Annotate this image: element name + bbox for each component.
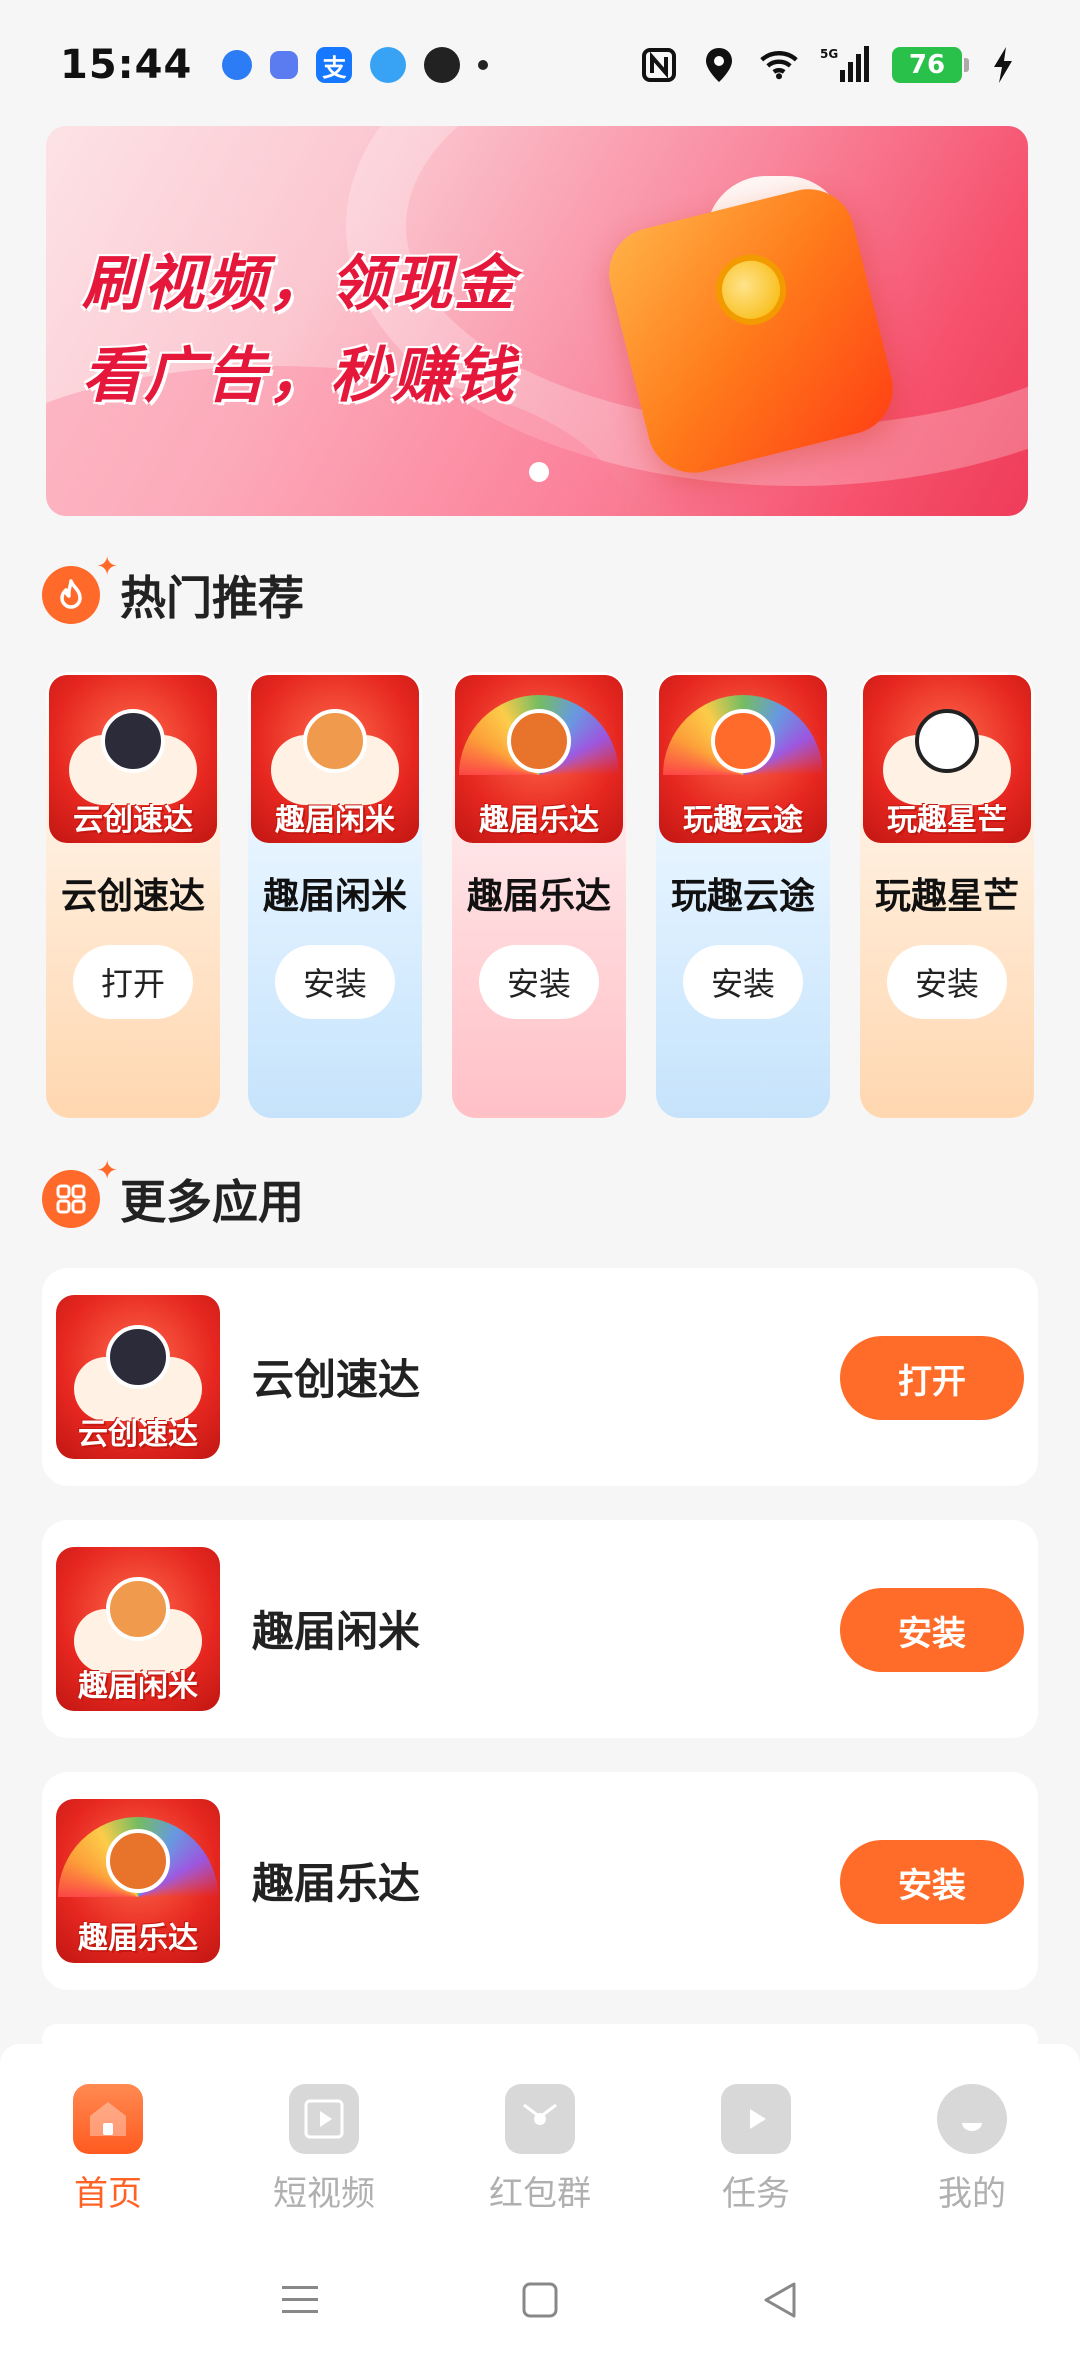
- app-list-item[interactable]: 云创速达 云创速达 打开: [42, 1268, 1038, 1486]
- tab-label: 任务: [722, 2174, 790, 2214]
- tab-label: 短视频: [273, 2174, 375, 2214]
- carousel-indicator: [529, 462, 549, 482]
- home-square-icon[interactable]: [510, 2270, 570, 2330]
- app-icon: 趣届闲米: [56, 1547, 220, 1711]
- open-button[interactable]: 打开: [840, 1336, 1024, 1420]
- hot-app-card[interactable]: 云创速达 云创速达 打开: [46, 672, 220, 1118]
- banner-headline-2: 看广告，秒赚钱: [82, 341, 516, 411]
- app-icon: 云创速达: [56, 1295, 220, 1459]
- install-button[interactable]: 安装: [840, 1840, 1024, 1924]
- play-icon: [721, 2084, 791, 2154]
- tab-red-packet-group[interactable]: 红包群: [460, 2084, 620, 2215]
- open-button[interactable]: 打开: [73, 945, 193, 1019]
- app-name: 趣届乐达: [252, 1859, 421, 1908]
- hot-app-card[interactable]: 玩趣云途 玩趣云途 安装: [656, 672, 830, 1118]
- svg-text:5G: 5G: [820, 47, 838, 61]
- charging-icon: [984, 46, 1022, 84]
- tab-label: 首页: [74, 2174, 142, 2214]
- more-notifications-icon: [478, 60, 489, 70]
- app-icon: 趣届乐达: [56, 1799, 220, 1963]
- tab-label: 我的: [938, 2174, 1006, 2214]
- app-name: 趣届闲米: [262, 876, 407, 917]
- hot-apps-row: 云创速达 云创速达 打开 趣届闲米 趣届闲米 安装 趣届乐达 趣届乐达 安装 玩…: [46, 672, 1046, 1120]
- banner-headline-1: 刷视频，领现金: [82, 249, 516, 319]
- more-section-header: ✦ 更多应用: [42, 1156, 304, 1232]
- red-packet-icon: [505, 2084, 575, 2154]
- signal-icon: 5G: [820, 46, 870, 84]
- app-icon: 趣届乐达: [455, 675, 623, 843]
- status-time: 15:44: [60, 42, 193, 88]
- message-notification-icon: [270, 51, 299, 79]
- bottom-navigation: 首页 短视频 红包群 任务 我的: [0, 2044, 1080, 2238]
- profile-icon: [937, 2084, 1007, 2154]
- more-section-title: 更多应用: [120, 1175, 304, 1229]
- nfc-icon: [640, 46, 678, 84]
- status-left: 15:44 支: [60, 42, 489, 88]
- coin-icon: [708, 247, 794, 333]
- apps-grid-icon: ✦: [42, 1156, 118, 1228]
- tab-tasks[interactable]: 任务: [676, 2084, 836, 2215]
- app-list-item[interactable]: 趣届乐达 趣届乐达 安装: [42, 1772, 1038, 1990]
- wifi-icon: [760, 46, 798, 84]
- install-button[interactable]: 安装: [479, 945, 599, 1019]
- tab-short-video[interactable]: 短视频: [244, 2084, 404, 2215]
- home-icon: [73, 2084, 143, 2154]
- hot-section-title: 热门推荐: [120, 571, 304, 625]
- install-button[interactable]: 安装: [887, 945, 1007, 1019]
- tab-profile[interactable]: 我的: [892, 2084, 1052, 2215]
- video-icon: [289, 2084, 359, 2154]
- install-button[interactable]: 安装: [275, 945, 395, 1019]
- tab-label: 红包群: [489, 2174, 591, 2214]
- back-icon[interactable]: [750, 2270, 810, 2330]
- app-list-item[interactable]: 趣届闲米 趣届闲米 安装: [42, 1520, 1038, 1738]
- browser-notification-icon: [222, 50, 253, 80]
- fire-icon: ✦: [42, 552, 118, 624]
- app-name: 趣届闲米: [252, 1607, 421, 1656]
- app-name: 玩趣星芒: [874, 876, 1019, 917]
- app-name: 玩趣云途: [670, 876, 815, 917]
- banner-text: 刷视频，领现金 看广告，秒赚钱: [82, 238, 516, 422]
- install-button[interactable]: 安装: [840, 1588, 1024, 1672]
- hot-app-card[interactable]: 玩趣星芒 玩趣星芒 安装: [860, 672, 1034, 1118]
- qq-notification-icon: [424, 47, 461, 83]
- system-navigation-bar: [0, 2238, 1080, 2362]
- hot-app-card[interactable]: 趣届乐达 趣届乐达 安装: [452, 672, 626, 1118]
- hot-section-header: ✦ 热门推荐: [42, 552, 304, 628]
- app-name: 云创速达: [60, 876, 205, 917]
- app-icon: 云创速达: [49, 675, 217, 843]
- status-right: 5G 76: [640, 46, 1022, 84]
- app-name: 趣届乐达: [466, 876, 611, 917]
- promo-banner[interactable]: 刷视频，领现金 看广告，秒赚钱: [46, 126, 1028, 516]
- app-icon: 玩趣星芒: [863, 675, 1031, 843]
- app-name: 云创速达: [252, 1355, 421, 1404]
- tab-home[interactable]: 首页: [28, 2084, 188, 2215]
- install-button[interactable]: 安装: [683, 945, 803, 1019]
- menu-icon[interactable]: [270, 2270, 330, 2330]
- location-icon: [700, 46, 738, 84]
- app-icon: 玩趣云途: [659, 675, 827, 843]
- app-icon: 趣届闲米: [251, 675, 419, 843]
- alipay-notification-icon: 支: [316, 47, 353, 83]
- hot-app-card[interactable]: 趣届闲米 趣届闲米 安装: [248, 672, 422, 1118]
- status-bar: 15:44 支 5G 76: [0, 0, 1080, 130]
- battery-icon: 76: [892, 47, 969, 83]
- cloud-notification-icon: [370, 47, 407, 83]
